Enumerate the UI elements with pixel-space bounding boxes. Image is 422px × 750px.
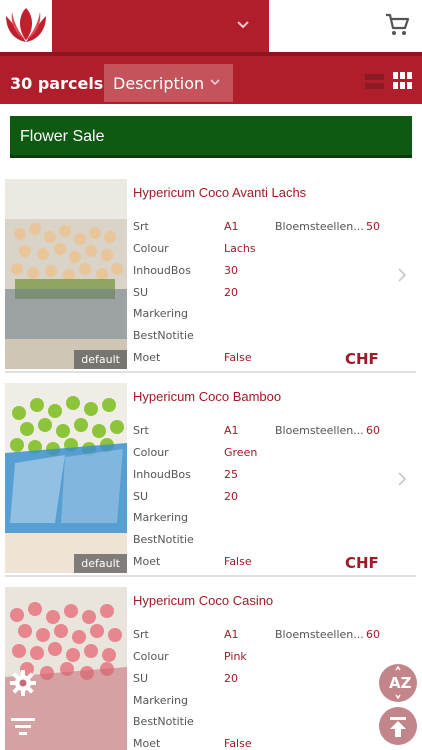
colour-value: Green <box>224 446 258 459</box>
inhoud-label: InhoudBos <box>133 264 191 277</box>
stems-value: 60 <box>366 628 380 641</box>
auction-dropdown[interactable] <box>52 0 269 52</box>
su-label: SU <box>133 286 149 299</box>
markering-label: Markering <box>133 694 189 707</box>
gear-icon[interactable] <box>8 668 38 698</box>
scroll-to-top-button[interactable] <box>379 707 417 745</box>
srt-label: Srt <box>133 220 149 233</box>
srt-value: A1 <box>224 628 239 641</box>
sale-banner[interactable]: Flower Sale <box>10 116 412 158</box>
product-card[interactable]: Hypericum Coco Casino Srt A1 Bloemsteell… <box>5 587 416 750</box>
moet-value: False <box>224 555 252 568</box>
chevron-right-icon[interactable] <box>397 472 407 486</box>
chevron-down-icon <box>237 21 249 29</box>
product-image[interactable]: default <box>5 179 127 369</box>
product-title[interactable]: Hypericum Coco Casino <box>133 593 273 608</box>
colour-value: Lachs <box>224 242 256 255</box>
inhoud-value: 30 <box>224 264 238 277</box>
sort-az-icon: AZ <box>389 665 412 700</box>
su-value: 20 <box>224 490 238 503</box>
top-bar <box>0 0 422 52</box>
product-card[interactable]: default Hypericum Coco Avanti Lachs Srt … <box>5 179 416 373</box>
su-value: 20 <box>224 286 238 299</box>
scroll-to-top-icon <box>390 717 406 737</box>
srt-label: Srt <box>133 424 149 437</box>
stems-label: Bloemsteellen... <box>275 628 364 641</box>
image-tag: default <box>74 554 127 573</box>
markering-label: Markering <box>133 307 189 320</box>
toolbar: 30 parcels Description <box>0 52 422 104</box>
moet-label: Moet <box>133 737 161 750</box>
price-currency: CHF <box>345 554 379 572</box>
sort-label: Description <box>113 74 205 93</box>
markering-label: Markering <box>133 511 189 524</box>
product-title[interactable]: Hypericum Coco Avanti Lachs <box>133 185 306 200</box>
chevron-right-icon[interactable] <box>397 268 407 282</box>
su-label: SU <box>133 672 149 685</box>
parcel-count: 30 parcels <box>10 74 104 93</box>
srt-value: A1 <box>224 424 239 437</box>
moet-label: Moet <box>133 555 161 568</box>
price-currency: CHF <box>345 350 379 368</box>
moet-value: False <box>224 737 252 750</box>
stems-label: Bloemsteellen... <box>275 220 364 233</box>
colour-value: Pink <box>224 650 247 663</box>
srt-label: Srt <box>133 628 149 641</box>
cart-icon[interactable] <box>384 12 410 38</box>
filter-icon[interactable] <box>11 716 35 736</box>
stems-value: 60 <box>366 424 380 437</box>
list-view-icon[interactable] <box>365 74 384 89</box>
image-tag: default <box>74 350 127 369</box>
bestnotitie-label: BestNotitie <box>133 329 194 342</box>
sort-az-button[interactable]: AZ <box>379 664 417 702</box>
inhoud-label: InhoudBos <box>133 468 191 481</box>
srt-value: A1 <box>224 220 239 233</box>
stems-label: Bloemsteellen... <box>275 424 364 437</box>
sort-dropdown[interactable]: Description <box>104 64 233 102</box>
banner-title: Flower Sale <box>20 128 105 145</box>
stems-value: 50 <box>366 220 380 233</box>
grid-view-icon[interactable] <box>393 72 412 89</box>
tulip-logo-icon[interactable] <box>0 0 52 52</box>
chevron-down-icon <box>210 79 220 86</box>
product-title[interactable]: Hypericum Coco Bamboo <box>133 389 281 404</box>
su-value: 20 <box>224 672 238 685</box>
bestnotitie-label: BestNotitie <box>133 533 194 546</box>
su-label: SU <box>133 490 149 503</box>
colour-label: Colour <box>133 446 169 459</box>
bestnotitie-label: BestNotitie <box>133 715 194 728</box>
moet-label: Moet <box>133 351 161 364</box>
inhoud-value: 25 <box>224 468 238 481</box>
product-card[interactable]: default Hypericum Coco Bamboo Srt A1 Blo… <box>5 383 416 577</box>
svg-text:AZ: AZ <box>389 674 412 692</box>
moet-value: False <box>224 351 252 364</box>
colour-label: Colour <box>133 242 169 255</box>
colour-label: Colour <box>133 650 169 663</box>
product-image[interactable]: default <box>5 383 127 573</box>
